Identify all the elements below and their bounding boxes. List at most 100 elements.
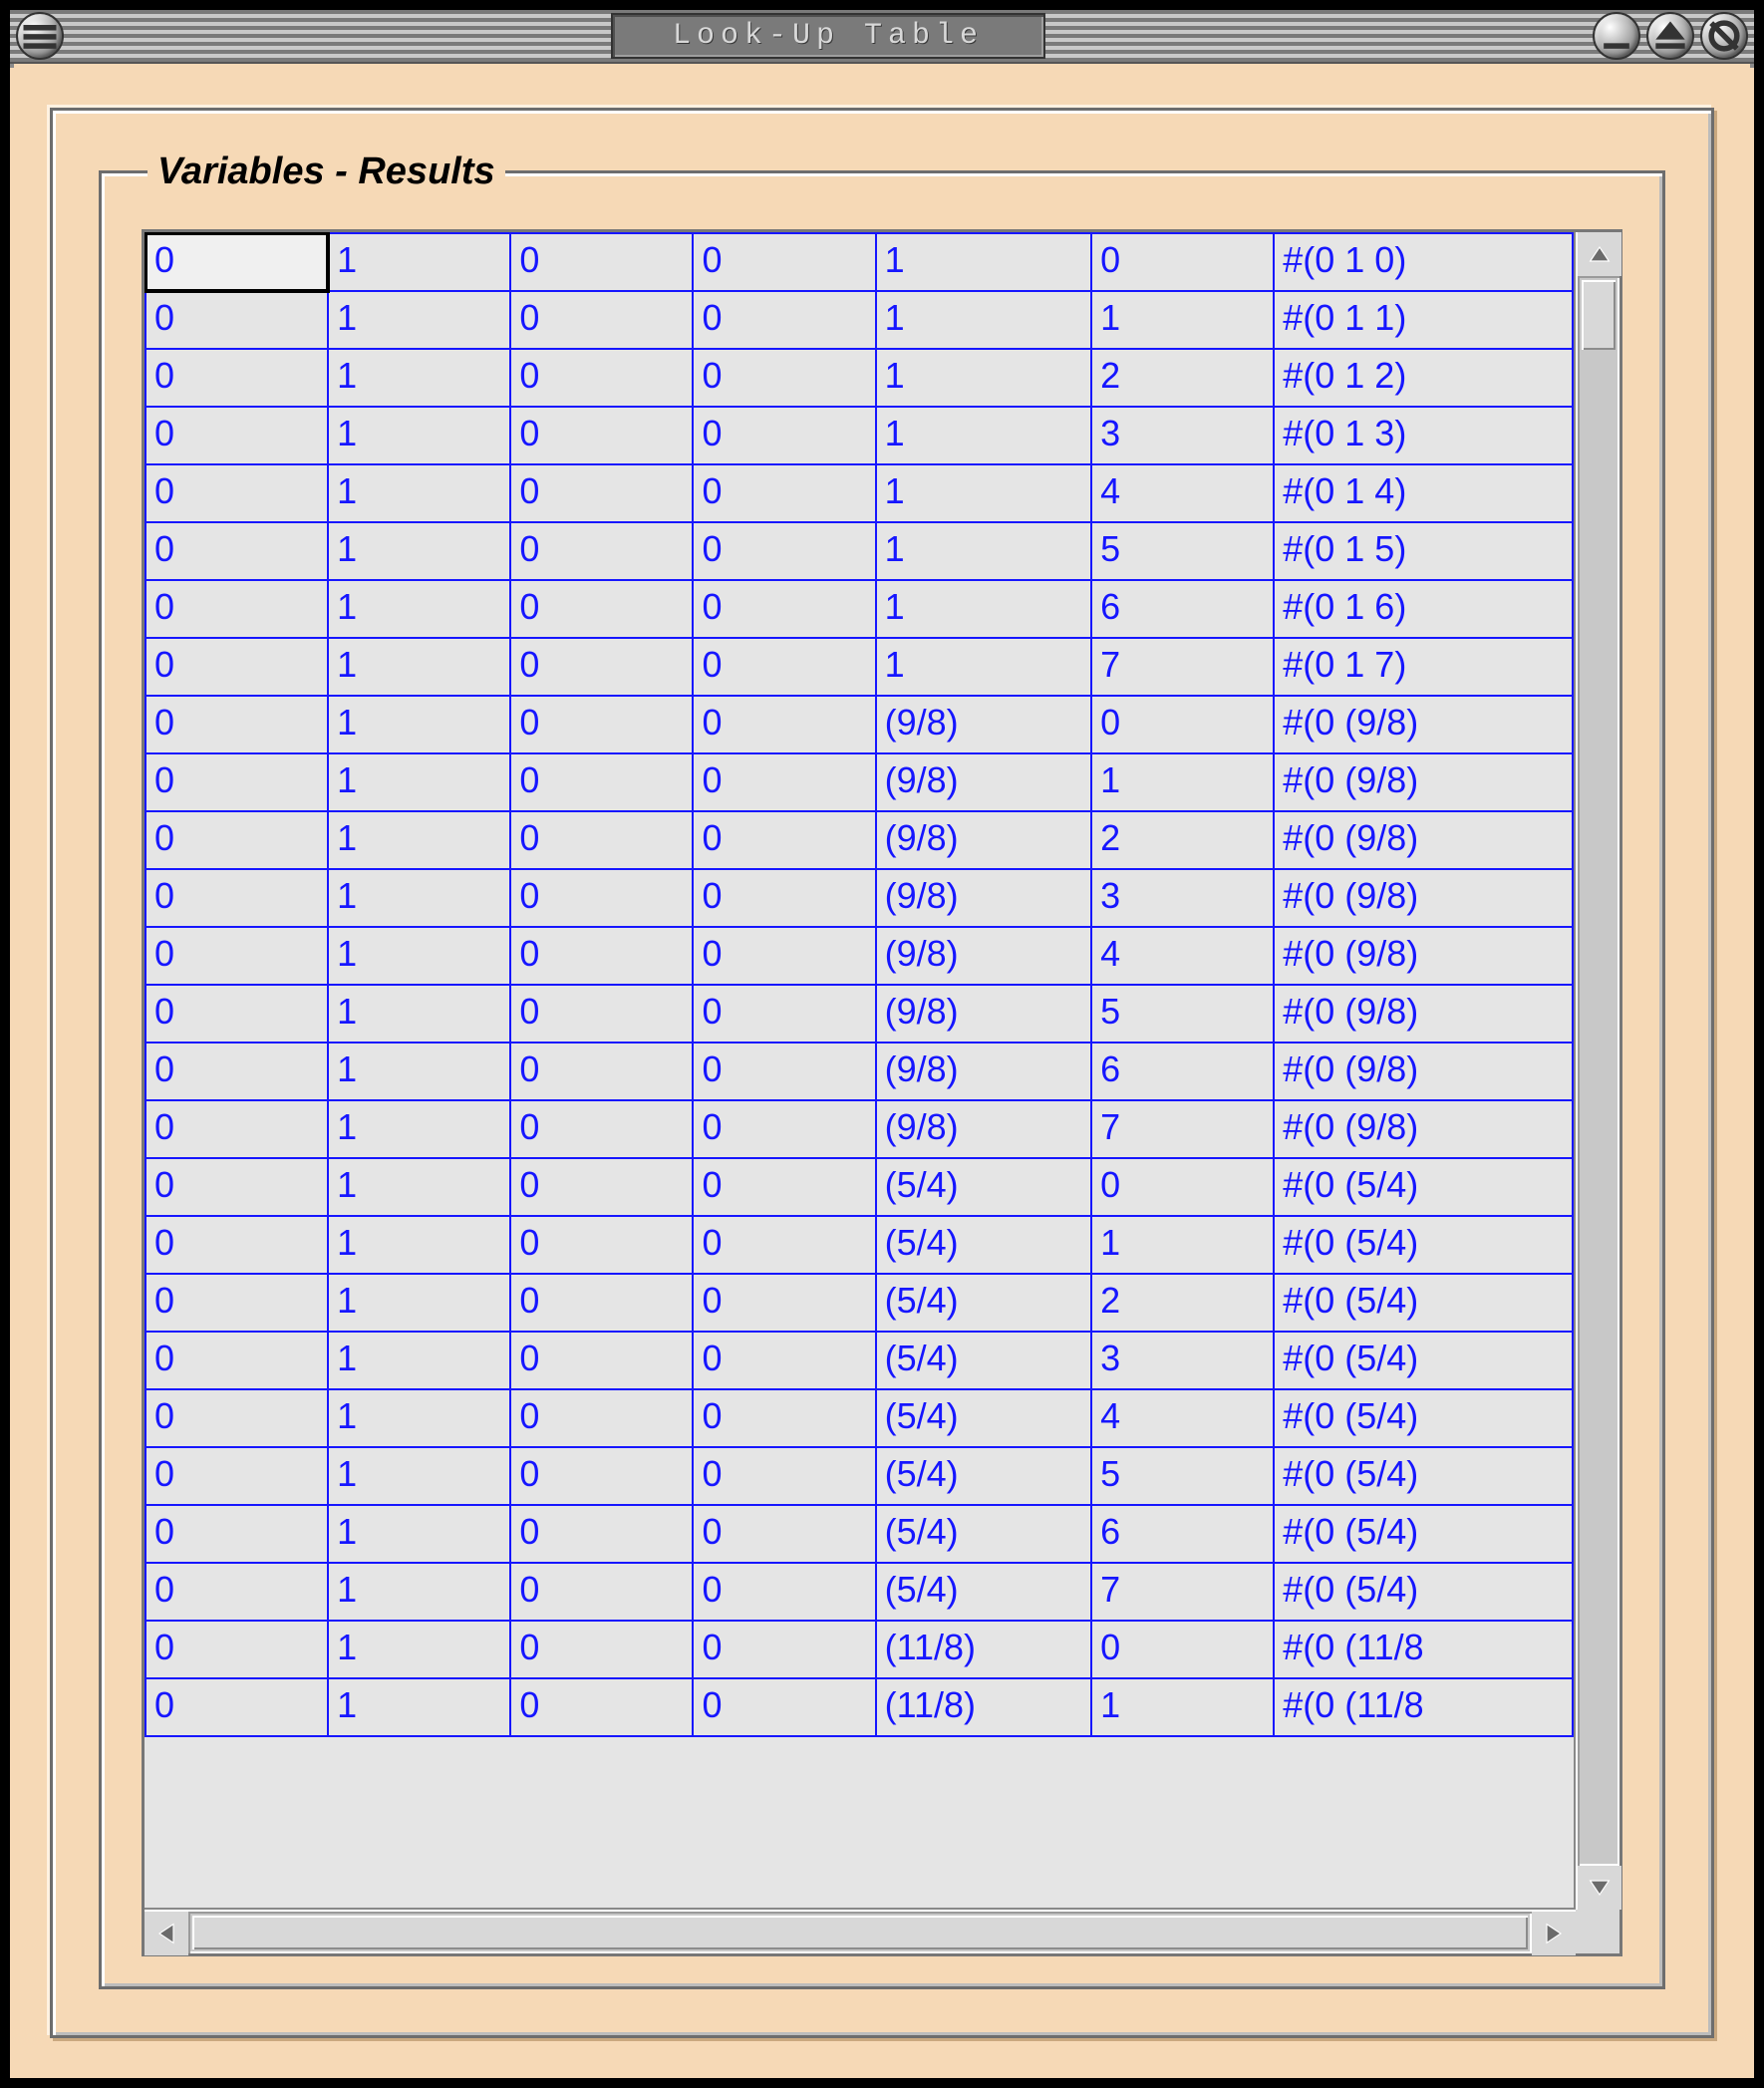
scroll-down-button[interactable] (1578, 1866, 1621, 1910)
table-cell[interactable]: #(0 (11/8 (1274, 1678, 1573, 1736)
table-cell[interactable]: 0 (693, 1158, 875, 1216)
table-cell[interactable]: (9/8) (876, 985, 1091, 1043)
table-cell[interactable]: #(0 (5/4) (1274, 1447, 1573, 1505)
table-row[interactable]: 0100(9/8)1#(0 (9/8) (146, 753, 1573, 811)
table-cell[interactable]: 1 (876, 522, 1091, 580)
table-cell[interactable]: 1 (328, 1216, 510, 1274)
table-row[interactable]: 010010#(0 1 0) (146, 233, 1573, 291)
table-cell[interactable]: 1 (328, 522, 510, 580)
table-cell[interactable]: 0 (693, 869, 875, 927)
scroll-right-button[interactable] (1532, 1912, 1576, 1955)
table-cell[interactable]: (9/8) (876, 696, 1091, 753)
table-cell[interactable]: (9/8) (876, 869, 1091, 927)
table-row[interactable]: 010012#(0 1 2) (146, 349, 1573, 407)
table-cell[interactable]: 1 (328, 869, 510, 927)
table-cell[interactable]: #(0 (9/8) (1274, 696, 1573, 753)
table-cell[interactable]: 5 (1091, 1447, 1274, 1505)
table-cell[interactable]: 1 (876, 638, 1091, 696)
table-cell[interactable]: 0 (693, 1621, 875, 1678)
table-cell[interactable]: 1 (328, 638, 510, 696)
table-cell[interactable]: 0 (146, 522, 328, 580)
table-cell[interactable]: 0 (146, 1447, 328, 1505)
table-cell[interactable]: 1 (328, 1043, 510, 1100)
table-cell[interactable]: 0 (146, 1505, 328, 1563)
table-cell[interactable]: 0 (510, 1447, 693, 1505)
table-cell[interactable]: 0 (146, 349, 328, 407)
table-cell[interactable]: #(0 (9/8) (1274, 811, 1573, 869)
table-cell[interactable]: 0 (510, 580, 693, 638)
table-cell[interactable]: 0 (693, 522, 875, 580)
table-cell[interactable]: #(0 (9/8) (1274, 753, 1573, 811)
table-cell[interactable]: 0 (693, 1332, 875, 1389)
table-cell[interactable]: (5/4) (876, 1563, 1091, 1621)
table-row[interactable]: 0100(5/4)6#(0 (5/4) (146, 1505, 1573, 1563)
table-cell[interactable]: #(0 1 2) (1274, 349, 1573, 407)
table-cell[interactable]: 3 (1091, 869, 1274, 927)
table-cell[interactable]: 0 (693, 1447, 875, 1505)
table-cell[interactable]: 1 (1091, 753, 1274, 811)
table-cell[interactable]: (11/8) (876, 1678, 1091, 1736)
table-cell[interactable]: (5/4) (876, 1216, 1091, 1274)
table-cell[interactable]: #(0 1 0) (1274, 233, 1573, 291)
maximize-button[interactable] (1646, 12, 1694, 60)
table-cell[interactable]: (9/8) (876, 927, 1091, 985)
table-row[interactable]: 0100(9/8)2#(0 (9/8) (146, 811, 1573, 869)
table-row[interactable]: 0100(9/8)6#(0 (9/8) (146, 1043, 1573, 1100)
table-cell[interactable]: 0 (510, 1332, 693, 1389)
table-cell[interactable]: 0 (146, 927, 328, 985)
table-cell[interactable]: 1 (876, 407, 1091, 464)
table-cell[interactable]: (11/8) (876, 1621, 1091, 1678)
table-cell[interactable]: 0 (510, 1274, 693, 1332)
table-cell[interactable]: 0 (510, 1216, 693, 1274)
table-cell[interactable]: 0 (510, 233, 693, 291)
table-cell[interactable]: #(0 (11/8 (1274, 1621, 1573, 1678)
table-cell[interactable]: 0 (146, 233, 328, 291)
table-cell[interactable]: 0 (146, 1158, 328, 1216)
table-row[interactable]: 010017#(0 1 7) (146, 638, 1573, 696)
table-cell[interactable]: #(0 (5/4) (1274, 1505, 1573, 1563)
table-cell[interactable]: 0 (693, 1274, 875, 1332)
table-cell[interactable]: 0 (146, 291, 328, 349)
table-cell[interactable]: 1 (876, 580, 1091, 638)
table-cell[interactable]: 1 (328, 580, 510, 638)
table-cell[interactable]: 4 (1091, 464, 1274, 522)
table-row[interactable]: 0100(5/4)3#(0 (5/4) (146, 1332, 1573, 1389)
horizontal-scroll-track[interactable] (188, 1912, 1532, 1953)
table-row[interactable]: 0100(11/8)0#(0 (11/8 (146, 1621, 1573, 1678)
table-cell[interactable]: 0 (693, 1100, 875, 1158)
table-cell[interactable]: 0 (510, 1043, 693, 1100)
table-cell[interactable]: #(0 1 4) (1274, 464, 1573, 522)
table-cell[interactable]: #(0 (9/8) (1274, 869, 1573, 927)
table-cell[interactable]: 7 (1091, 638, 1274, 696)
table-cell[interactable]: 0 (146, 869, 328, 927)
table-cell[interactable]: 0 (693, 753, 875, 811)
table-cell[interactable]: 1 (328, 1389, 510, 1447)
table-cell[interactable]: #(0 (5/4) (1274, 1563, 1573, 1621)
table-cell[interactable]: 5 (1091, 522, 1274, 580)
table-cell[interactable]: 0 (510, 464, 693, 522)
table-cell[interactable]: 0 (510, 753, 693, 811)
table-cell[interactable]: 1 (876, 349, 1091, 407)
table-cell[interactable]: 0 (693, 985, 875, 1043)
table-row[interactable]: 0100(5/4)2#(0 (5/4) (146, 1274, 1573, 1332)
table-cell[interactable]: (5/4) (876, 1332, 1091, 1389)
table-cell[interactable]: 3 (1091, 407, 1274, 464)
table-cell[interactable]: 1 (328, 349, 510, 407)
table-cell[interactable]: 0 (693, 1216, 875, 1274)
table-cell[interactable]: 0 (510, 522, 693, 580)
table-cell[interactable]: 0 (510, 985, 693, 1043)
horizontal-scroll-thumb[interactable] (192, 1916, 1528, 1949)
window-menu-button[interactable] (16, 12, 64, 60)
table-cell[interactable]: 1 (328, 1158, 510, 1216)
table-cell[interactable]: 1 (1091, 291, 1274, 349)
table-cell[interactable]: 5 (1091, 985, 1274, 1043)
results-table[interactable]: 010010#(0 1 0)010011#(0 1 1)010012#(0 1 … (145, 232, 1574, 1737)
table-cell[interactable]: #(0 1 7) (1274, 638, 1573, 696)
table-cell[interactable]: 0 (146, 1621, 328, 1678)
table-row[interactable]: 0100(5/4)0#(0 (5/4) (146, 1158, 1573, 1216)
table-row[interactable]: 010016#(0 1 6) (146, 580, 1573, 638)
table-cell[interactable]: (9/8) (876, 811, 1091, 869)
table-cell[interactable]: #(0 1 3) (1274, 407, 1573, 464)
table-row[interactable]: 0100(5/4)4#(0 (5/4) (146, 1389, 1573, 1447)
table-cell[interactable]: 0 (146, 696, 328, 753)
